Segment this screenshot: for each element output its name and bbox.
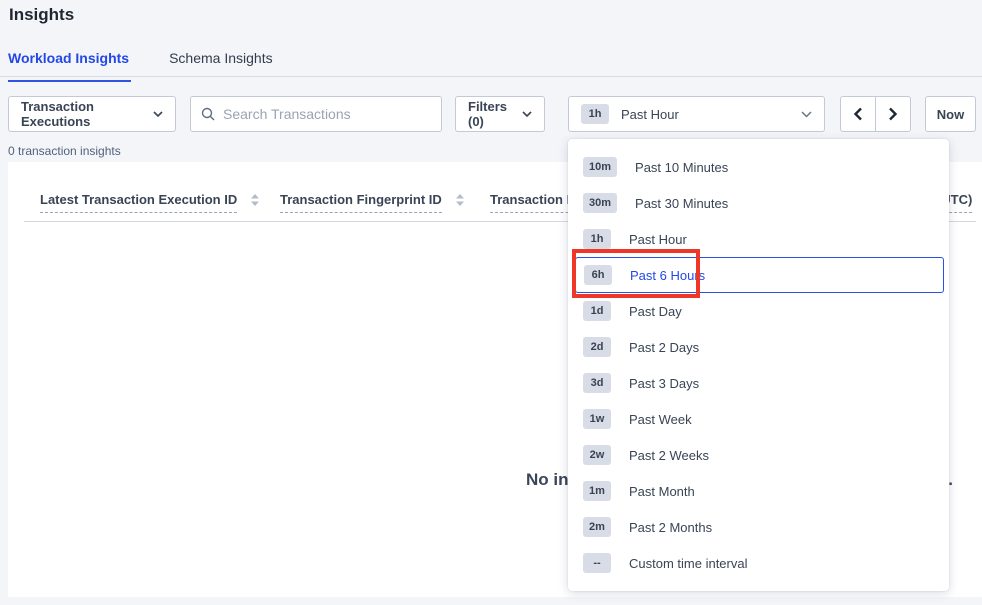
- time-option-10m[interactable]: 10m Past 10 Minutes: [568, 149, 949, 185]
- time-option-badge: 2w: [583, 445, 611, 465]
- time-option-2m[interactable]: 2m Past 2 Months: [568, 509, 949, 545]
- time-range-label: Past Hour: [621, 107, 679, 122]
- bottom-strip: [0, 597, 982, 605]
- time-option-badge: 3d: [583, 373, 611, 393]
- page-title: Insights: [9, 5, 74, 25]
- time-option-label: Past 10 Minutes: [635, 160, 728, 175]
- time-option-label: Past Day: [629, 304, 682, 319]
- time-option-1w[interactable]: 1w Past Week: [568, 401, 949, 437]
- search-input[interactable]: [223, 106, 423, 122]
- tab-divider: [0, 76, 982, 77]
- time-option-1d[interactable]: 1d Past Day: [568, 293, 949, 329]
- filters-button[interactable]: Filters (0): [455, 96, 545, 132]
- sort-icon[interactable]: [456, 192, 464, 206]
- time-option-badge: 1m: [583, 481, 611, 501]
- time-option-badge: 6h: [584, 265, 612, 285]
- time-option-label: Custom time interval: [629, 556, 747, 571]
- time-option-badge: 2m: [583, 517, 611, 537]
- time-option-badge: --: [583, 553, 611, 573]
- time-option-label: Past 6 Hours: [630, 268, 705, 283]
- sort-icon[interactable]: [251, 192, 259, 206]
- time-option-2d[interactable]: 2d Past 2 Days: [568, 329, 949, 365]
- column-header[interactable]: Latest Transaction Execution ID: [40, 192, 259, 213]
- chevron-down-icon: [801, 111, 812, 118]
- chevron-down-icon: [153, 111, 163, 117]
- time-option-6h[interactable]: 6h Past 6 Hours: [575, 257, 944, 293]
- insight-type-select[interactable]: Transaction Executions: [8, 96, 176, 132]
- time-option-badge: 1w: [583, 409, 611, 429]
- time-option-label: Past 2 Days: [629, 340, 699, 355]
- time-option-1h[interactable]: 1h Past Hour: [568, 221, 949, 257]
- time-option-custom[interactable]: -- Custom time interval: [568, 545, 949, 581]
- insight-type-select-label: Transaction Executions: [21, 99, 153, 129]
- chevron-down-icon: [522, 111, 532, 117]
- time-option-badge: 30m: [583, 193, 617, 213]
- time-option-1m[interactable]: 1m Past Month: [568, 473, 949, 509]
- next-time-range-button[interactable]: [876, 97, 911, 131]
- column-header-label[interactable]: Transaction Fingerprint ID: [280, 192, 442, 213]
- time-option-label: Past Hour: [629, 232, 687, 247]
- time-option-label: Past 2 Weeks: [629, 448, 709, 463]
- column-header-label[interactable]: Latest Transaction Execution ID: [40, 192, 237, 213]
- search-box[interactable]: [190, 96, 442, 132]
- insights-count-text: 0 transaction insights: [8, 144, 121, 158]
- time-range-arrow-group: [840, 96, 911, 132]
- time-option-label: Past Week: [629, 412, 692, 427]
- time-range-dropdown-trigger[interactable]: 1h Past Hour: [568, 96, 825, 132]
- time-option-30m[interactable]: 30m Past 30 Minutes: [568, 185, 949, 221]
- time-option-badge: 1d: [583, 301, 611, 321]
- now-button[interactable]: Now: [925, 96, 976, 132]
- time-option-label: Past 2 Months: [629, 520, 712, 535]
- time-range-dropdown-menu: 10m Past 10 Minutes 30m Past 30 Minutes 1h Pa…: [568, 139, 949, 591]
- time-option-badge: 1h: [583, 229, 611, 249]
- column-header[interactable]: Transaction Fingerprint ID: [280, 192, 464, 213]
- time-option-badge: 10m: [583, 157, 617, 177]
- time-option-2w[interactable]: 2w Past 2 Weeks: [568, 437, 949, 473]
- time-option-label: Past 30 Minutes: [635, 196, 728, 211]
- time-option-label: Past 3 Days: [629, 376, 699, 391]
- time-option-label: Past Month: [629, 484, 695, 499]
- time-option-badge: 2d: [583, 337, 611, 357]
- time-range-badge: 1h: [581, 104, 609, 124]
- filters-button-label: Filters (0): [468, 99, 522, 129]
- time-option-3d[interactable]: 3d Past 3 Days: [568, 365, 949, 401]
- search-icon: [201, 107, 215, 121]
- previous-time-range-button[interactable]: [841, 97, 876, 131]
